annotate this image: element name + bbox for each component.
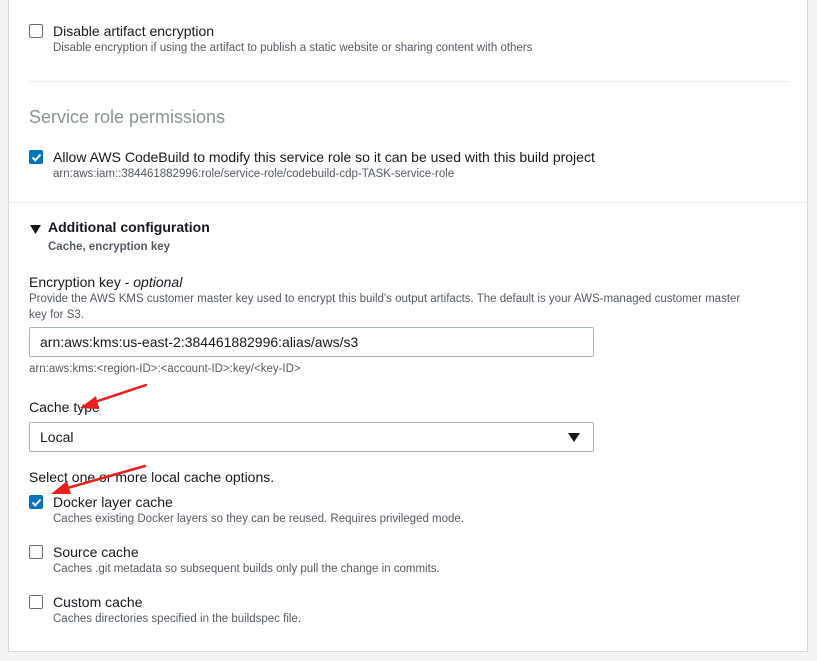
red-arrow-icon: [80, 383, 148, 409]
annotation-overlay: [51, 383, 148, 494]
red-arrow-icon: [51, 464, 147, 494]
